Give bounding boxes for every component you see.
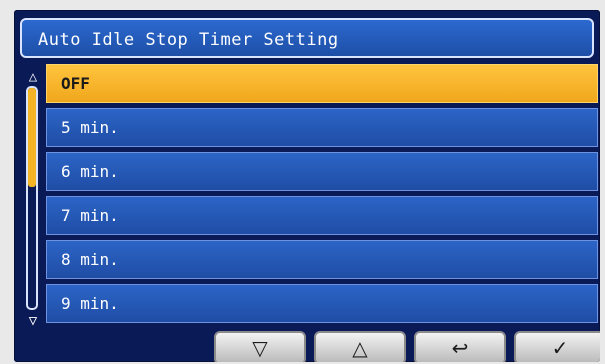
chevron-down-icon: ▽ [252,336,268,360]
scroll-track[interactable] [26,86,38,310]
softkey-bar: ▽ △ ↩ ✓ [14,330,600,362]
confirm-button[interactable]: ✓ [514,331,600,362]
list-item-8min[interactable]: 8 min. [46,240,598,279]
scroll-down-icon[interactable]: ▽ [24,312,42,330]
list-item-label: 8 min. [61,250,119,269]
back-arrow-icon: ↩ [451,336,469,360]
chevron-up-icon: △ [352,336,368,360]
list-item-9min[interactable]: 9 min. [46,284,598,323]
list-item-label: 6 min. [61,162,119,181]
scroll-thumb[interactable] [28,88,36,187]
title-bar: Auto Idle Stop Timer Setting [20,18,594,58]
list-item-label: 5 min. [61,118,119,137]
list-item-label: 7 min. [61,206,119,225]
scrollbar[interactable]: △ ▽ [24,68,42,330]
list-item-5min[interactable]: 5 min. [46,108,598,147]
checkmark-icon: ✓ [551,336,569,360]
list-item-7min[interactable]: 7 min. [46,196,598,235]
back-button[interactable]: ↩ [414,331,506,362]
list-item-label: 9 min. [61,294,119,313]
page-title: Auto Idle Stop Timer Setting [38,30,339,50]
settings-screen: Auto Idle Stop Timer Setting △ ▽ OFF 5 m… [14,10,600,362]
list-item-label: OFF [61,74,90,93]
list-item-off[interactable]: OFF [46,64,598,103]
list-item-6min[interactable]: 6 min. [46,152,598,191]
scroll-up-icon[interactable]: △ [24,68,42,86]
scroll-down-button[interactable]: ▽ [214,331,306,362]
scroll-up-button[interactable]: △ [314,331,406,362]
timer-option-list: OFF 5 min. 6 min. 7 min. 8 min. 9 min. [46,64,598,328]
